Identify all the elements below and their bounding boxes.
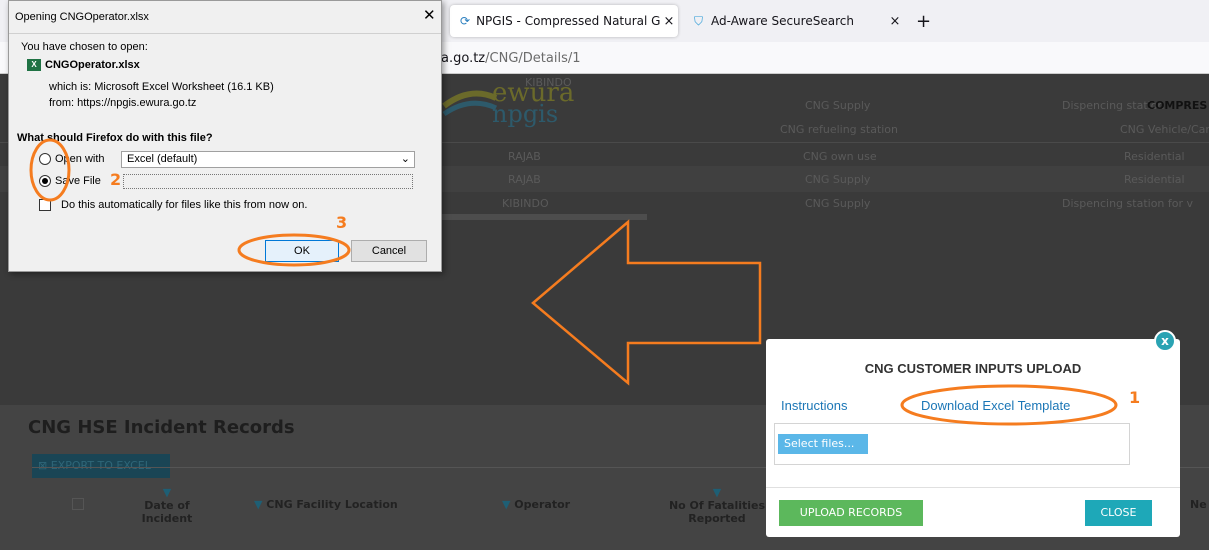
shield-icon: ⛉ xyxy=(694,13,704,28)
filter-icon[interactable]: ▼ xyxy=(502,498,514,511)
column-label: CNG Facility Location xyxy=(266,498,398,511)
column-label: Date of Incident xyxy=(141,499,193,525)
filter-icon[interactable]: ▼ xyxy=(662,486,772,499)
filter-icon[interactable]: ▼ xyxy=(122,486,212,499)
chevron-down-icon: ⌄ xyxy=(400,153,410,165)
application-select[interactable]: Excel (default) ⌄ xyxy=(121,151,415,168)
close-tab-icon[interactable]: × xyxy=(886,14,904,29)
modal-title: CNG CUSTOMER INPUTS UPLOAD xyxy=(864,361,1082,376)
ok-button[interactable]: OK xyxy=(265,240,339,262)
dialog-title: Opening CNGOperator.xlsx xyxy=(15,11,149,23)
header-compressed: COMPRES xyxy=(1147,99,1208,112)
step2-number: 2 xyxy=(110,170,122,189)
cell-use: CNG Supply xyxy=(805,197,871,210)
divider xyxy=(9,33,441,34)
close-tab-icon[interactable]: × xyxy=(660,14,678,29)
column-location[interactable]: ▼ CNG Facility Location xyxy=(254,498,398,511)
cell-type: Dispencing station for v xyxy=(1062,197,1194,210)
cell-type: Residential xyxy=(1124,173,1185,186)
tab-title: Ad-Aware SecureSearch xyxy=(711,14,854,28)
cell-use: CNG own use xyxy=(803,150,877,163)
select-all-checkbox[interactable] xyxy=(72,498,84,510)
tab-npgis[interactable]: ⟳ NPGIS - Compressed Natural Ga × xyxy=(450,5,678,37)
file-name: CNGOperator.xlsx xyxy=(45,59,140,71)
save-file-label[interactable]: Save File xyxy=(55,175,101,187)
save-file-radio[interactable] xyxy=(39,175,51,187)
cell-type: Residential xyxy=(1124,150,1185,163)
file-source: from: https://npgis.ewura.go.tz xyxy=(49,97,197,109)
column-next[interactable]: Ne xyxy=(1190,498,1207,511)
file-drop-zone[interactable]: Select files... xyxy=(774,423,1130,465)
divider xyxy=(766,487,1180,488)
tab-adaware[interactable]: ⛉ Ad-Aware SecureSearch × xyxy=(684,5,904,37)
cell-type: CNG Vehicle/Cars xyxy=(1120,123,1209,136)
section-title: CNG HSE Incident Records xyxy=(28,417,295,438)
modal-close-icon[interactable]: x xyxy=(1154,330,1176,352)
cell-use: CNG Supply xyxy=(805,99,871,112)
url-path: /CNG/Details/1 xyxy=(485,51,581,66)
open-with-label[interactable]: Open with xyxy=(55,153,105,165)
download-dialog: Opening CNGOperator.xlsx ✕ You have chos… xyxy=(8,0,442,272)
step1-number: 1 xyxy=(1129,388,1141,407)
tab-title: NPGIS - Compressed Natural Ga xyxy=(476,14,660,28)
upload-modal: CNG CUSTOMER INPUTS UPLOAD Instructions … xyxy=(766,339,1180,537)
cell-operator: RAJAB xyxy=(508,150,541,163)
instructions-link[interactable]: Instructions xyxy=(781,398,847,413)
chosen-text: You have chosen to open: xyxy=(21,41,148,53)
step3-number: 3 xyxy=(336,213,348,232)
filter-icon[interactable]: ▼ xyxy=(254,498,266,511)
cell-operator: KIBINDO xyxy=(502,197,549,210)
auto-label[interactable]: Do this automatically for files like thi… xyxy=(61,199,307,211)
cell-operator: RAJAB xyxy=(508,173,541,186)
horizontal-scrollbar[interactable] xyxy=(442,214,647,220)
column-fatalities[interactable]: ▼ No Of Fatalities Reported xyxy=(662,486,772,525)
url-text[interactable]: a.go.tz/CNG/Details/1 xyxy=(441,51,581,66)
new-tab-button[interactable]: + xyxy=(906,5,936,37)
open-with-radio[interactable] xyxy=(39,153,51,165)
logo-text-npgis: npgis xyxy=(492,100,559,128)
column-date[interactable]: ▼ Date of Incident xyxy=(122,486,212,525)
logo-swoosh-icon xyxy=(442,90,498,117)
cell-use: CNG Supply xyxy=(805,173,871,186)
excel-file-icon: X xyxy=(27,59,41,71)
site-icon: ⟳ xyxy=(460,14,471,28)
close-button[interactable]: CLOSE xyxy=(1085,500,1152,526)
url-host: a.go.tz xyxy=(441,51,486,66)
upload-records-button[interactable]: UPLOAD RECORDS xyxy=(779,500,923,526)
download-template-link[interactable]: Download Excel Template xyxy=(921,398,1070,413)
focus-outline xyxy=(123,174,413,189)
question-text: What should Firefox do with this file? xyxy=(17,132,213,144)
file-type: which is: Microsoft Excel Worksheet (16.… xyxy=(49,81,274,93)
dialog-close-icon[interactable]: ✕ xyxy=(423,6,436,24)
auto-checkbox[interactable] xyxy=(39,199,51,211)
column-label: Operator xyxy=(514,498,571,511)
ewura-logo: ewura npgis xyxy=(440,78,590,128)
cancel-button[interactable]: Cancel xyxy=(351,240,427,262)
select-value: Excel (default) xyxy=(127,153,198,165)
select-files-button[interactable]: Select files... xyxy=(778,434,868,454)
column-label: No Of Fatalities Reported xyxy=(668,499,766,525)
cell-use: CNG refueling station xyxy=(780,123,899,136)
column-operator[interactable]: ▼ Operator xyxy=(502,498,570,511)
